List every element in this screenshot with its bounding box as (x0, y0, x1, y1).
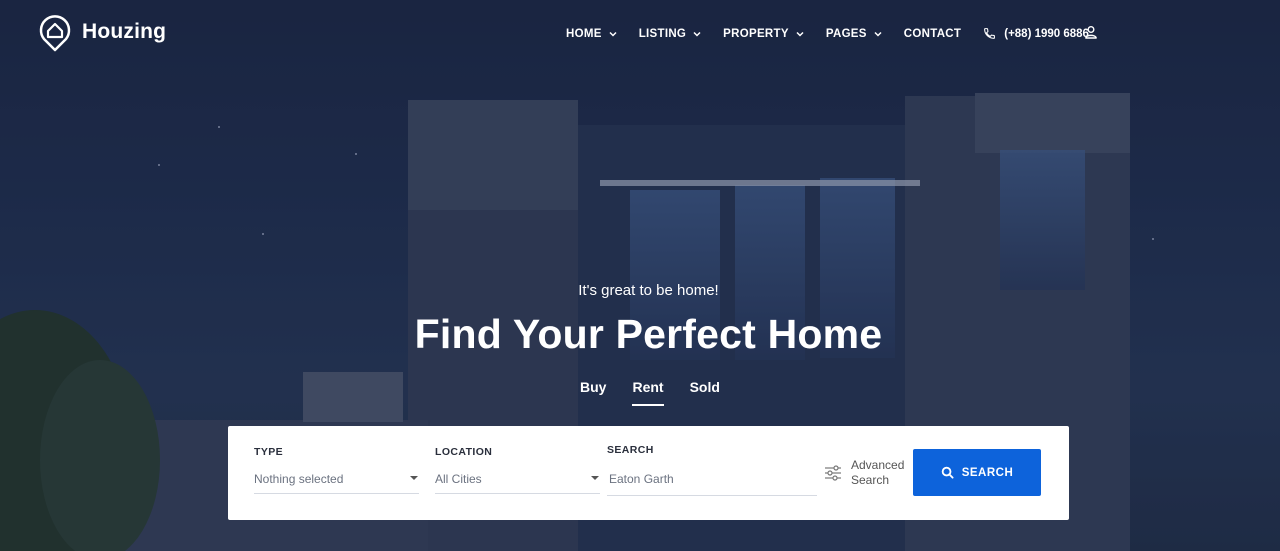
phone-number: (+88) 1990 6886 (1004, 27, 1089, 40)
nav-item-contact[interactable]: CONTACT (904, 28, 961, 40)
brand-name: Houzing (82, 20, 167, 43)
nav-item-label: CONTACT (903, 27, 962, 40)
nav-item-label: HOME (566, 27, 602, 40)
chevron-down-icon (693, 31, 701, 37)
chevron-down-icon (796, 31, 804, 37)
brand-logo[interactable]: Houzing (38, 12, 166, 52)
chevron-down-icon (874, 31, 882, 37)
caret-down-icon (591, 476, 599, 480)
search-form: TYPE Nothing selected LOCATION All Citie… (228, 426, 1069, 520)
advanced-search-label: Advanced Search (851, 458, 904, 488)
nav-item-label: LISTING (638, 27, 687, 40)
search-input-value[interactable]: Eaton Garth (609, 472, 674, 486)
tab-rent[interactable]: Rent (632, 379, 664, 406)
chevron-down-icon (609, 31, 617, 37)
tab-buy[interactable]: Buy (580, 379, 606, 406)
search-icon (941, 466, 954, 479)
nav-item-label: PROPERTY (723, 27, 789, 40)
hero-section: Houzing HOME LISTING PROPERTY PAGES CONT… (0, 0, 1280, 551)
phone-link[interactable]: (+88) 1990 6886 (983, 27, 1089, 40)
nav-item-pages[interactable]: PAGES (826, 28, 883, 40)
main-nav: HOME LISTING PROPERTY PAGES CONTACT (+88… (566, 27, 1089, 40)
search-label: SEARCH (607, 444, 654, 456)
advanced-search-toggle[interactable]: Advanced Search (824, 458, 904, 488)
nav-item-property[interactable]: PROPERTY (723, 28, 805, 40)
location-select[interactable]: LOCATION All Cities (435, 446, 600, 494)
search-button-label: SEARCH (961, 466, 1014, 479)
field-underline (607, 495, 817, 496)
sliders-icon (825, 465, 841, 481)
type-label: TYPE (254, 446, 284, 458)
search-button[interactable]: SEARCH (913, 449, 1041, 496)
field-underline (435, 493, 600, 494)
caret-down-icon (410, 476, 418, 480)
type-selected-value: Nothing selected (254, 472, 344, 486)
tab-sold[interactable]: Sold (690, 379, 720, 406)
advanced-search-label-line1: Advanced (851, 458, 905, 472)
phone-icon (984, 28, 996, 39)
user-icon[interactable] (1084, 25, 1098, 39)
type-select[interactable]: TYPE Nothing selected (254, 446, 419, 494)
location-label: LOCATION (435, 446, 493, 458)
hero-tagline: It's great to be home! (578, 282, 719, 299)
nav-item-home[interactable]: HOME (566, 28, 618, 40)
search-field[interactable]: SEARCH Eaton Garth (607, 444, 817, 496)
listing-type-tabs: Buy Rent Sold (580, 379, 746, 406)
location-selected-value: All Cities (435, 472, 482, 486)
field-underline (254, 493, 419, 494)
nav-item-label: PAGES (825, 27, 867, 40)
house-pin-icon (39, 15, 71, 52)
advanced-search-label-line2: Search (851, 473, 890, 487)
hero-headline: Find Your Perfect Home (414, 311, 883, 357)
nav-item-listing[interactable]: LISTING (639, 28, 702, 40)
